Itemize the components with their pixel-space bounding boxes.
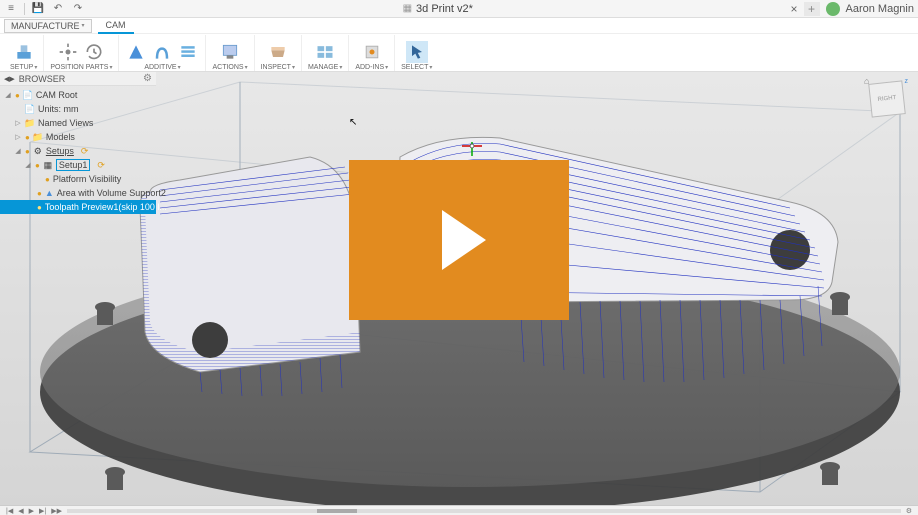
actions-icon[interactable] bbox=[219, 41, 241, 63]
play-icon bbox=[442, 210, 486, 270]
tree-root[interactable]: ◢●📄CAM Root bbox=[0, 88, 156, 102]
timeline-track[interactable] bbox=[67, 509, 901, 513]
avatar[interactable] bbox=[826, 2, 840, 16]
gear-icon[interactable]: ⚙ bbox=[143, 73, 152, 84]
ribbon-label: ADD-INS bbox=[355, 64, 384, 71]
divider bbox=[24, 3, 25, 15]
inspect-icon[interactable] bbox=[267, 41, 289, 63]
ribbon-label: INSPECT bbox=[261, 64, 291, 71]
view-cube[interactable]: ⌂ z RIGHT bbox=[864, 76, 910, 122]
new-tab-button[interactable]: + bbox=[804, 2, 820, 16]
addins-icon[interactable] bbox=[361, 41, 383, 63]
user-name[interactable]: Aaron Magnin bbox=[846, 3, 915, 15]
manage-icon[interactable] bbox=[314, 41, 336, 63]
ribbon-group-additive: ADDITIVE▾ bbox=[119, 35, 206, 71]
tree-setup1[interactable]: ◢●▦Setup1⟳ bbox=[0, 158, 156, 172]
grid-icon: ▦ bbox=[403, 3, 412, 14]
timeline-end-icon[interactable]: ▶▶ bbox=[51, 507, 62, 515]
ribbon-label: ADDITIVE bbox=[144, 64, 176, 71]
tree-setups[interactable]: ◢●⚙Setups⟳ bbox=[0, 144, 156, 158]
workspace-switcher[interactable]: MANUFACTURE▾ bbox=[4, 19, 92, 33]
ribbon-label: SETUP bbox=[10, 64, 33, 71]
app-menu-icon[interactable]: ≡ bbox=[4, 2, 18, 16]
setup-icon[interactable] bbox=[13, 41, 35, 63]
document-title-area: ▦ 3d Print v2* bbox=[91, 3, 784, 15]
browser-header[interactable]: ◀▶ BROWSER ⚙ bbox=[0, 72, 156, 86]
workspace-tab-cam[interactable]: CAM bbox=[98, 18, 134, 34]
additive-support-icon[interactable] bbox=[151, 41, 173, 63]
timeline-prev-icon[interactable]: ◀ bbox=[18, 507, 23, 515]
additive-build-icon[interactable] bbox=[125, 41, 147, 63]
additive-layers-icon[interactable] bbox=[177, 41, 199, 63]
ribbon-label: POSITION PARTS bbox=[50, 64, 108, 71]
tree-named-views[interactable]: ▷📁Named Views bbox=[0, 116, 156, 130]
timeline-start-icon[interactable]: |◀ bbox=[6, 507, 13, 515]
select-icon[interactable] bbox=[406, 41, 428, 63]
ribbon-group-position: POSITION PARTS▾ bbox=[44, 35, 119, 71]
auto-orient-icon[interactable] bbox=[83, 41, 105, 63]
ribbon-toolbar: SETUP▾ POSITION PARTS▾ ADDITIVE▾ ACTIONS… bbox=[0, 34, 918, 72]
quick-access-toolbar: ≡ 💾 ↶ ↷ ▦ 3d Print v2* × + Aaron Magnin bbox=[0, 0, 918, 18]
document-title: 3d Print v2* bbox=[416, 3, 473, 15]
browser-tree: ◢●📄CAM Root 📄Units: mm ▷📁Named Views ▷●📁… bbox=[0, 86, 156, 216]
timeline-bar: |◀ ◀ ▶ ▶| ▶▶ ⚙ bbox=[0, 505, 918, 515]
ribbon-group-inspect: INSPECT▾ bbox=[255, 35, 302, 71]
ribbon-group-setup: SETUP▾ bbox=[4, 35, 44, 71]
redo-icon[interactable]: ↷ bbox=[71, 2, 85, 16]
timeline-thumb[interactable] bbox=[317, 509, 357, 513]
view-cube-face[interactable]: RIGHT bbox=[868, 80, 906, 117]
axis-label: z bbox=[905, 78, 909, 85]
tree-models[interactable]: ▷●📁Models bbox=[0, 130, 156, 144]
ribbon-group-addins: ADD-INS▾ bbox=[349, 35, 395, 71]
ribbon-group-manage: MANAGE▾ bbox=[302, 35, 349, 71]
timeline-play-icon[interactable]: ▶ bbox=[29, 507, 34, 515]
ribbon-label: SELECT bbox=[401, 64, 428, 71]
move-icon[interactable] bbox=[57, 41, 79, 63]
tree-units[interactable]: 📄Units: mm bbox=[0, 102, 156, 116]
ribbon-label: MANAGE bbox=[308, 64, 338, 71]
timeline-settings-icon[interactable]: ⚙ bbox=[906, 507, 912, 515]
workspace-row: MANUFACTURE▾ CAM bbox=[0, 18, 918, 34]
tree-toolpath-preview[interactable]: ●Toolpath Preview1(skip 100 l... bbox=[0, 200, 156, 214]
undo-icon[interactable]: ↶ bbox=[51, 2, 65, 16]
ribbon-label: ACTIONS bbox=[212, 64, 243, 71]
save-icon[interactable]: 💾 bbox=[31, 2, 45, 16]
tree-area-support[interactable]: ●▲Area with Volume Support2 bbox=[0, 186, 156, 200]
tree-platform-visibility[interactable]: ●Platform Visibility bbox=[0, 172, 156, 186]
browser-panel: ◀▶ BROWSER ⚙ ◢●📄CAM Root 📄Units: mm ▷📁Na… bbox=[0, 72, 156, 216]
video-play-overlay[interactable] bbox=[349, 160, 569, 320]
ribbon-group-select: SELECT▾ bbox=[395, 35, 438, 71]
ribbon-group-actions: ACTIONS▾ bbox=[206, 35, 254, 71]
close-tab-icon[interactable]: × bbox=[790, 2, 797, 16]
timeline-next-icon[interactable]: ▶| bbox=[39, 507, 46, 515]
